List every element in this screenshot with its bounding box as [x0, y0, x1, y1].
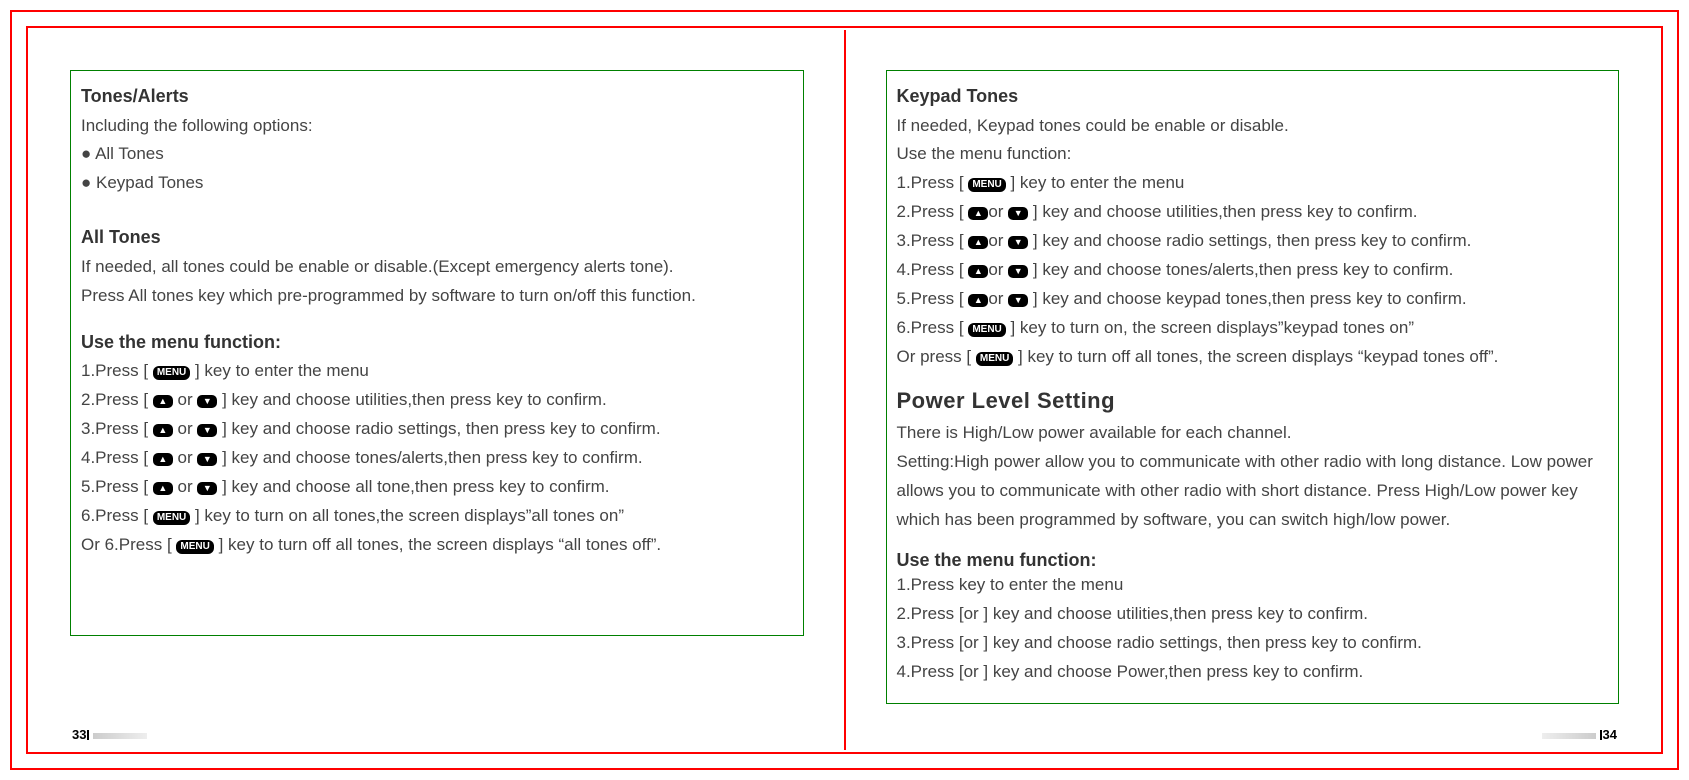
left-step-5: 5.Press [ ▲ or ▼ ] key and choose all to…	[81, 473, 793, 502]
down-arrow-icon: ▼	[197, 424, 217, 437]
down-arrow-icon: ▼	[1008, 294, 1028, 307]
power-level-title: Power Level Setting	[897, 382, 1609, 419]
left-step-3: 3.Press [ ▲ or ▼ ] key and choose radio …	[81, 415, 793, 444]
pwr-step-3: 3.Press [or ] key and choose radio setti…	[897, 629, 1609, 658]
right-step-7: Or press [ MENU ] key to turn off all to…	[897, 343, 1609, 372]
page-number-left: 33	[72, 727, 147, 742]
spread: Tones/Alerts Including the following opt…	[30, 30, 1659, 750]
right-step-5: 5.Press [ ▲or ▼ ] key and choose keypad …	[897, 285, 1609, 314]
all-tones-p1: If needed, all tones could be enable or …	[81, 253, 793, 282]
all-tones-title: All Tones	[81, 222, 793, 253]
bullet-all-tones: All Tones	[81, 140, 793, 169]
right-step-3: 3.Press [ ▲or ▼ ] key and choose radio s…	[897, 227, 1609, 256]
up-arrow-icon: ▲	[968, 207, 988, 220]
tones-alerts-intro: Including the following options:	[81, 112, 793, 141]
left-step-1: 1.Press [ MENU ] key to enter the menu	[81, 357, 793, 386]
right-step-6: 6.Press [ MENU ] key to turn on, the scr…	[897, 314, 1609, 343]
right-step-1: 1.Press [ MENU ] key to enter the menu	[897, 169, 1609, 198]
right-step-4: 4.Press [ ▲or ▼ ] key and choose tones/a…	[897, 256, 1609, 285]
menu-icon: MENU	[968, 323, 1005, 337]
left-step-7: Or 6.Press [ MENU ] key to turn off all …	[81, 531, 793, 560]
page-number-right: 34	[1542, 727, 1617, 742]
up-arrow-icon: ▲	[968, 294, 988, 307]
pwr-step-4: 4.Press [or ] key and choose Power,then …	[897, 658, 1609, 687]
left-page: Tones/Alerts Including the following opt…	[30, 30, 844, 750]
up-arrow-icon: ▲	[153, 482, 173, 495]
left-content-box: Tones/Alerts Including the following opt…	[70, 70, 804, 636]
left-step-2: 2.Press [ ▲ or ▼ ] key and choose utilit…	[81, 386, 793, 415]
left-step-4: 4.Press [ ▲ or ▼ ] key and choose tones/…	[81, 444, 793, 473]
pwr-step-1: 1.Press key to enter the menu	[897, 571, 1609, 600]
menu-icon: MENU	[153, 511, 190, 525]
menu-icon: MENU	[153, 366, 190, 380]
up-arrow-icon: ▲	[153, 424, 173, 437]
menu-icon: MENU	[968, 178, 1005, 192]
up-arrow-icon: ▲	[153, 395, 173, 408]
down-arrow-icon: ▼	[197, 453, 217, 466]
use-menu-title-left: Use the menu function:	[81, 327, 793, 358]
up-arrow-icon: ▲	[968, 265, 988, 278]
down-arrow-icon: ▼	[197, 482, 217, 495]
right-content-box: Keypad Tones If needed, Keypad tones cou…	[886, 70, 1620, 704]
down-arrow-icon: ▼	[1008, 265, 1028, 278]
bullet-keypad-tones: Keypad Tones	[81, 169, 793, 198]
power-level-p1: There is High/Low power available for ea…	[897, 419, 1609, 448]
menu-icon: MENU	[976, 352, 1013, 366]
up-arrow-icon: ▲	[968, 236, 988, 249]
menu-icon: MENU	[176, 540, 213, 554]
pwr-step-2: 2.Press [or ] key and choose utilities,t…	[897, 600, 1609, 629]
all-tones-p2: Press All tones key which pre-programmed…	[81, 282, 793, 311]
down-arrow-icon: ▼	[197, 395, 217, 408]
left-step-6: 6.Press [ MENU ] key to turn on all tone…	[81, 502, 793, 531]
up-arrow-icon: ▲	[153, 453, 173, 466]
keypad-tones-p2: Use the menu function:	[897, 140, 1609, 169]
right-page: Keypad Tones If needed, Keypad tones cou…	[846, 30, 1660, 750]
right-step-2: 2.Press [ ▲or ▼ ] key and choose utiliti…	[897, 198, 1609, 227]
power-level-p2: Setting:High power allow you to communic…	[897, 448, 1609, 535]
keypad-tones-p1: If needed, Keypad tones could be enable …	[897, 112, 1609, 141]
down-arrow-icon: ▼	[1008, 207, 1028, 220]
down-arrow-icon: ▼	[1008, 236, 1028, 249]
tones-alerts-title: Tones/Alerts	[81, 81, 793, 112]
keypad-tones-title: Keypad Tones	[897, 81, 1609, 112]
